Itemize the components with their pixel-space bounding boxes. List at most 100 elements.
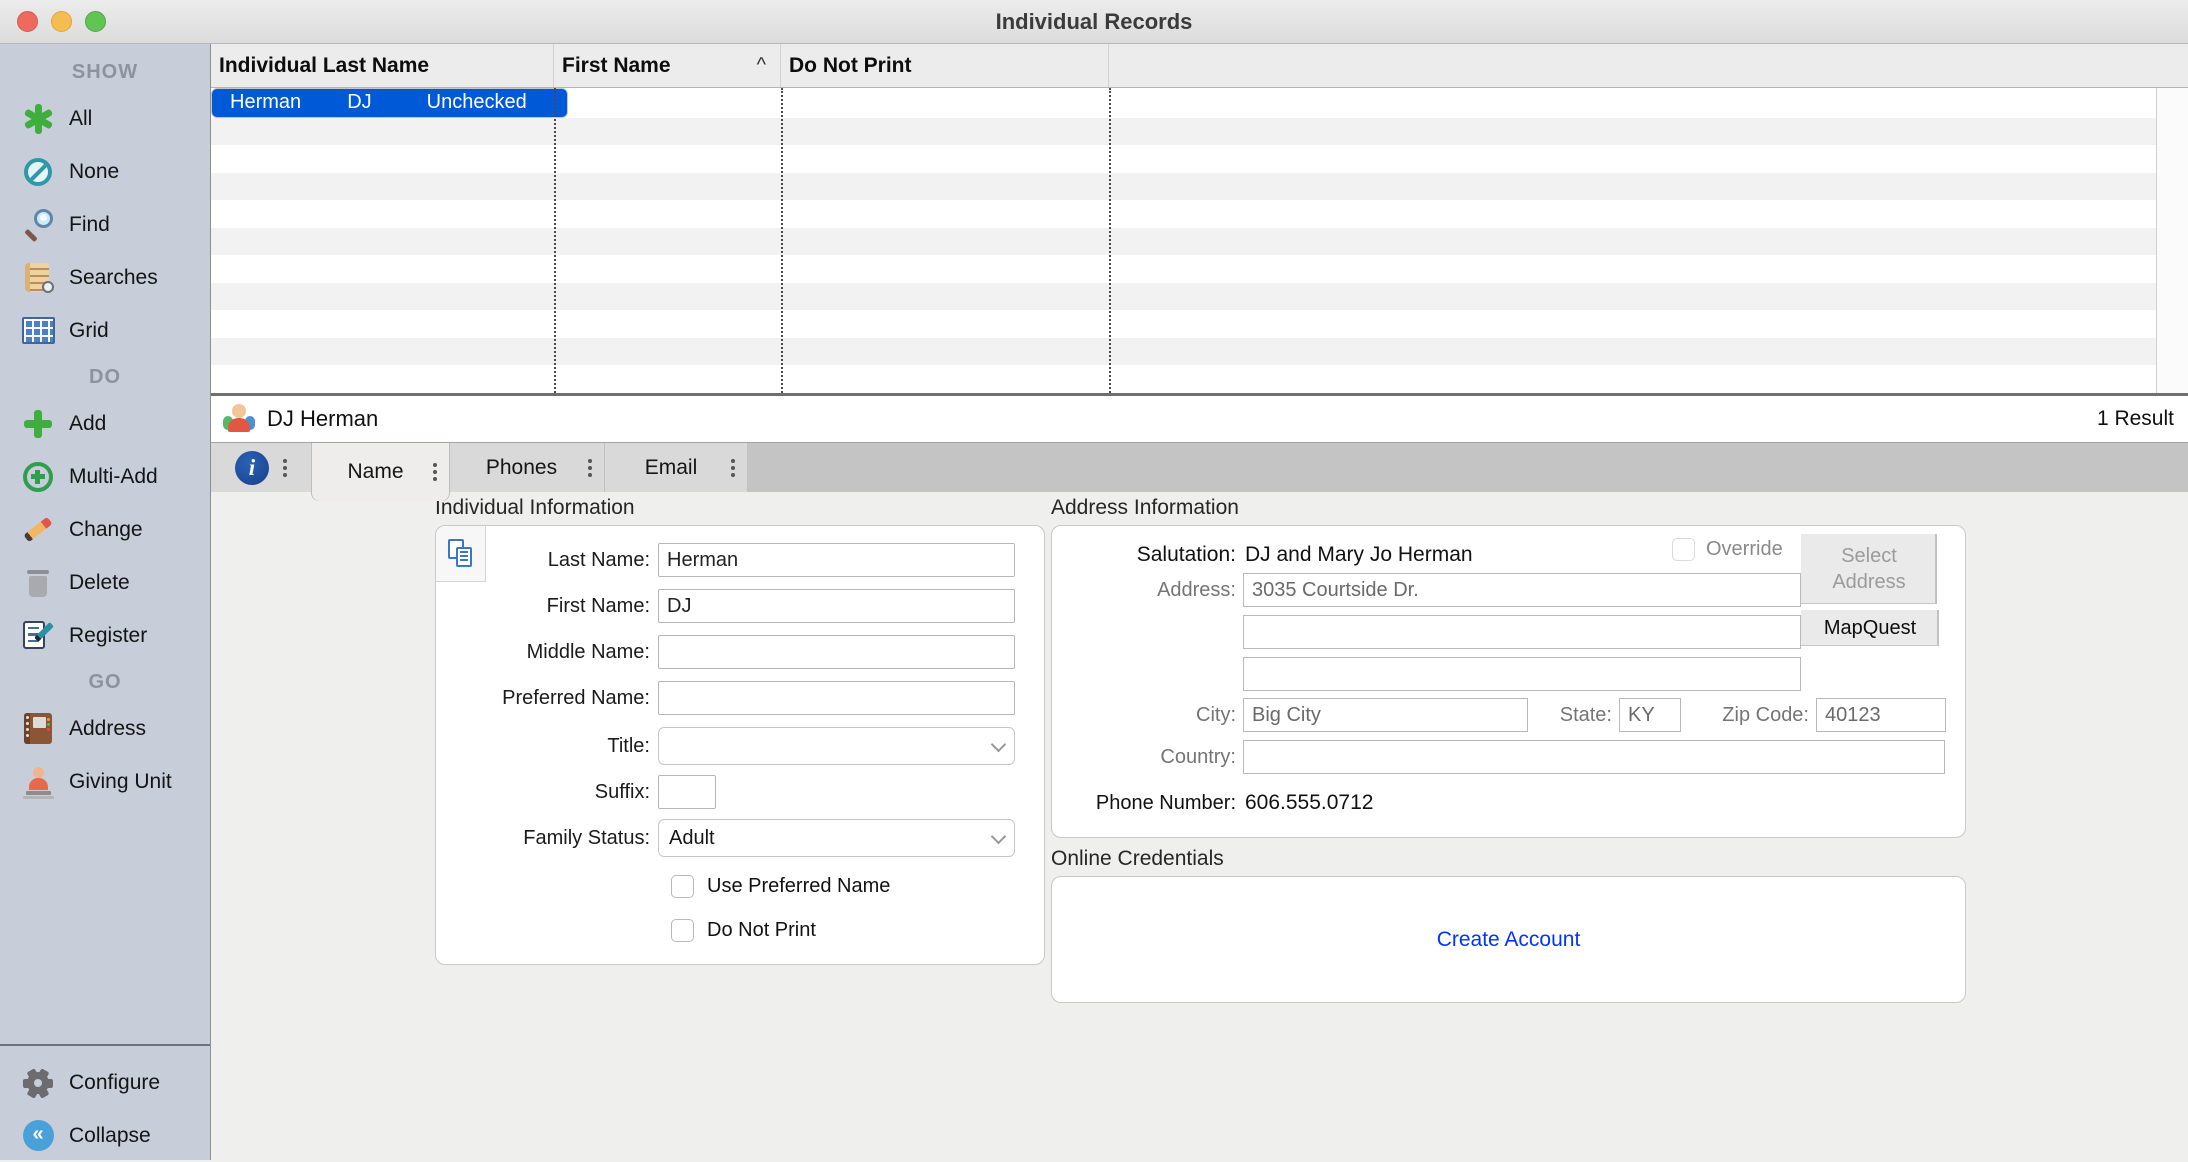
country-label: Country: [1052, 746, 1236, 769]
record-detail-content: Individual Information Last Name: First … [211, 492, 2188, 1160]
sidebar-item-find[interactable]: Find [0, 198, 210, 251]
do-not-print-checkbox[interactable] [671, 919, 694, 942]
address-information-title: Address Information [1051, 496, 1239, 520]
create-account-link[interactable]: Create Account [1437, 928, 1581, 952]
individual-information-panel: Last Name: First Name: Middle Name: Pref… [435, 525, 1045, 965]
info-icon[interactable]: i [235, 451, 269, 485]
sidebar-section-go: GO [0, 662, 210, 702]
preferred-name-input[interactable] [658, 681, 1015, 715]
country-input[interactable] [1243, 740, 1945, 774]
suffix-label: Suffix: [436, 781, 658, 804]
table-row-selected[interactable]: Herman DJ Unchecked [211, 88, 568, 118]
zip-code-label: Zip Code: [1681, 704, 1809, 727]
state-input[interactable] [1619, 698, 1681, 732]
vertical-scrollbar[interactable] [2156, 88, 2188, 393]
column-divider [781, 88, 783, 393]
sidebar-item-register[interactable]: Register [0, 609, 210, 662]
sidebar-item-configure[interactable]: Configure [0, 1056, 210, 1109]
select-address-button[interactable]: Select Address [1801, 534, 1937, 604]
preferred-name-label: Preferred Name: [436, 687, 658, 710]
online-credentials-title: Online Credentials [1051, 847, 1224, 871]
sidebar: SHOW All None Find Searches Grid DO Add … [0, 44, 211, 1160]
info-tab-cell[interactable]: i [211, 443, 312, 492]
column-divider [554, 88, 556, 393]
column-header-last-name[interactable]: Individual Last Name [211, 44, 554, 87]
register-icon [20, 618, 56, 654]
collapse-icon [20, 1118, 56, 1154]
first-name-input[interactable] [658, 589, 1015, 623]
drag-dots-icon [588, 466, 592, 470]
online-credentials-panel: Create Account [1051, 876, 1966, 1003]
table-row-empty [211, 228, 2156, 256]
address-label: Address: [1052, 579, 1236, 602]
sidebar-item-grid[interactable]: Grid [0, 304, 210, 357]
sidebar-item-add[interactable]: Add [0, 397, 210, 450]
override-checkbox[interactable] [1672, 538, 1695, 561]
tab-phones[interactable]: Phones [449, 443, 605, 492]
cell-last-name: Herman [222, 91, 339, 114]
address-line-2-input[interactable] [1243, 615, 1801, 649]
zip-code-input[interactable] [1816, 698, 1946, 732]
tab-name[interactable]: Name [312, 443, 449, 501]
sidebar-item-label: Change [69, 518, 143, 542]
sidebar-item-label: Searches [69, 266, 158, 290]
city-label: City: [1052, 704, 1236, 727]
address-information-panel: Salutation: DJ and Mary Jo Herman Overri… [1051, 525, 1966, 838]
sidebar-item-none[interactable]: None [0, 145, 210, 198]
sidebar-item-label: Add [69, 412, 106, 436]
multi-add-icon [20, 459, 56, 495]
sidebar-item-label: Delete [69, 571, 130, 595]
use-preferred-name-label: Use Preferred Name [707, 875, 890, 898]
sidebar-item-change[interactable]: Change [0, 503, 210, 556]
sidebar-item-searches[interactable]: Searches [0, 251, 210, 304]
results-table: Individual Last Name First Name ^ Do Not… [211, 44, 2188, 396]
family-status-label: Family Status: [436, 827, 658, 850]
chevron-down-icon [991, 829, 1007, 845]
column-header-do-not-print[interactable]: Do Not Print [781, 44, 1109, 87]
record-bar: DJ Herman 1 Result [211, 396, 2188, 442]
address-book-icon [20, 711, 56, 747]
sidebar-item-label: Configure [69, 1071, 160, 1095]
sidebar-section-show: SHOW [0, 52, 210, 92]
sidebar-item-giving-unit[interactable]: Giving Unit [0, 755, 210, 808]
tab-email[interactable]: Email [605, 443, 748, 492]
sidebar-item-label: None [69, 160, 119, 184]
table-row-empty [211, 338, 2156, 366]
sidebar-section-do: DO [0, 357, 210, 397]
sidebar-item-label: Address [69, 717, 146, 741]
column-divider [1109, 88, 1111, 393]
sidebar-item-address[interactable]: Address [0, 702, 210, 755]
sidebar-item-all[interactable]: All [0, 92, 210, 145]
city-input[interactable] [1243, 698, 1528, 732]
last-name-input[interactable] [658, 543, 1015, 577]
family-status-select[interactable]: Adult [658, 819, 1015, 857]
address-line-1-input[interactable] [1243, 573, 1801, 607]
sidebar-item-label: Multi-Add [69, 465, 158, 489]
sidebar-item-delete[interactable]: Delete [0, 556, 210, 609]
middle-name-input[interactable] [658, 635, 1015, 669]
column-header-first-name[interactable]: First Name ^ [554, 44, 781, 87]
title-select[interactable] [658, 727, 1015, 765]
last-name-label: Last Name: [436, 549, 658, 572]
column-header-label: First Name [562, 54, 671, 78]
drag-dots-icon [433, 470, 437, 474]
sidebar-item-label: Register [69, 624, 147, 648]
sidebar-item-multi-add[interactable]: Multi-Add [0, 450, 210, 503]
phone-number-value: 606.555.0712 [1245, 791, 1373, 815]
address-line-3-input[interactable] [1243, 657, 1801, 691]
record-name: DJ Herman [267, 406, 378, 432]
mapquest-button[interactable]: MapQuest [1801, 610, 1939, 646]
gear-icon [20, 1065, 56, 1101]
tab-label: Email [605, 456, 721, 480]
sidebar-item-label: Giving Unit [69, 770, 172, 794]
trash-icon [20, 565, 56, 601]
asterisk-icon [20, 101, 56, 137]
sort-ascending-icon: ^ [757, 54, 780, 77]
sidebar-item-label: Collapse [69, 1124, 151, 1148]
suffix-input[interactable] [658, 775, 716, 809]
sidebar-item-collapse[interactable]: Collapse [0, 1109, 210, 1162]
table-row-empty [211, 283, 2156, 311]
do-not-print-label: Do Not Print [707, 919, 816, 942]
use-preferred-name-checkbox[interactable] [671, 875, 694, 898]
saved-searches-icon [20, 260, 56, 296]
